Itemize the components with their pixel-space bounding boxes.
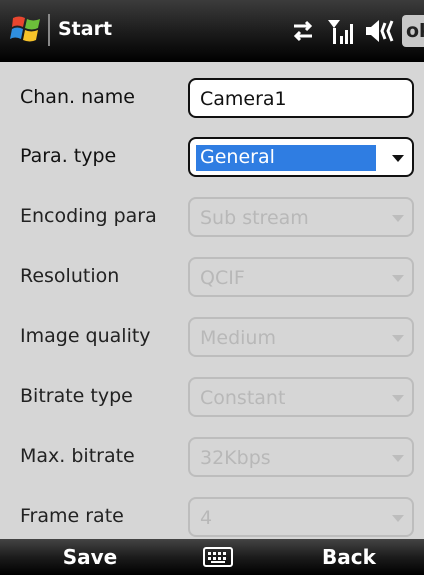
para-type-value: General <box>200 146 275 168</box>
softkey-bar: Save Back <box>0 539 424 575</box>
bitrate-type-value: Constant <box>200 387 286 409</box>
para-type-label: Para. type <box>20 145 117 167</box>
row-frame-rate: Frame rate 4 <box>0 493 424 543</box>
bitrate-type-select: Constant <box>188 377 414 417</box>
channel-name-input[interactable]: Camera1 <box>188 78 414 118</box>
encoding-para-select: Sub stream <box>188 197 414 237</box>
frame-rate-value: 4 <box>200 507 213 529</box>
row-bitrate-type: Bitrate type Constant <box>0 373 424 423</box>
row-max-bitrate: Max. bitrate 32Kbps <box>0 433 424 483</box>
max-bitrate-select: 32Kbps <box>188 437 414 477</box>
resolution-value: QCIF <box>200 267 245 289</box>
chevron-down-icon <box>392 335 404 342</box>
chevron-down-icon <box>392 515 404 522</box>
row-para-type: Para. type General <box>0 133 424 183</box>
image-quality-value: Medium <box>200 327 276 349</box>
max-bitrate-value: 32Kbps <box>200 447 271 469</box>
chevron-down-icon <box>392 215 404 222</box>
resolution-select: QCIF <box>188 257 414 297</box>
image-quality-label: Image quality <box>20 325 151 347</box>
image-quality-select: Medium <box>188 317 414 357</box>
para-type-select[interactable]: General <box>188 137 414 177</box>
frame-rate-label: Frame rate <box>20 505 124 527</box>
signal-strength-icon[interactable] <box>326 16 356 46</box>
chevron-down-icon <box>392 395 404 402</box>
encoding-para-value: Sub stream <box>200 207 309 229</box>
chevron-down-icon <box>392 275 404 282</box>
keyboard-icon[interactable] <box>203 545 233 569</box>
channel-settings-form: Chan. name Camera1 Para. type General En… <box>0 62 424 568</box>
row-encoding-para: Encoding para Sub stream <box>0 193 424 243</box>
speaker-icon[interactable] <box>362 17 396 45</box>
chevron-down-icon[interactable] <box>392 155 404 162</box>
encoding-para-label: Encoding para <box>20 205 157 227</box>
status-icons: ok <box>288 14 424 48</box>
channel-name-label: Chan. name <box>20 86 135 108</box>
title-separator <box>48 14 50 46</box>
title-bar: Start ok <box>0 0 424 62</box>
ok-button[interactable]: ok <box>402 15 424 47</box>
max-bitrate-label: Max. bitrate <box>20 445 135 467</box>
row-image-quality: Image quality Medium <box>0 313 424 363</box>
resolution-label: Resolution <box>20 265 120 287</box>
chevron-down-icon <box>392 455 404 462</box>
row-resolution: Resolution QCIF <box>0 253 424 303</box>
start-title[interactable]: Start <box>58 18 112 40</box>
frame-rate-select: 4 <box>188 497 414 537</box>
windows-flag-icon[interactable] <box>10 12 44 46</box>
para-type-selection: General <box>196 145 376 171</box>
row-channel-name: Chan. name Camera1 <box>0 74 424 124</box>
channel-name-value: Camera1 <box>200 88 287 110</box>
back-button[interactable]: Back <box>274 539 424 575</box>
sync-arrows-icon[interactable] <box>288 17 318 45</box>
bitrate-type-label: Bitrate type <box>20 385 133 407</box>
save-button[interactable]: Save <box>0 539 180 575</box>
